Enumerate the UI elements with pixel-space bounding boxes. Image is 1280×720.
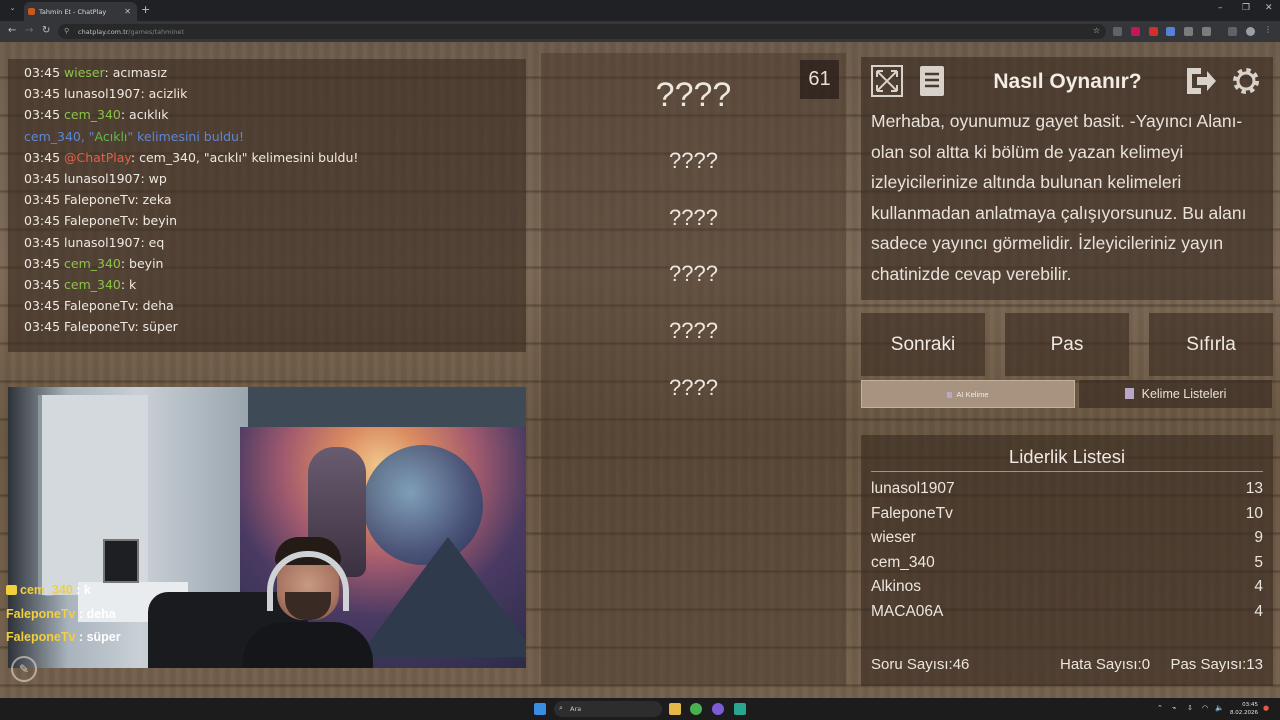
chat-message: 03:45 cem_340: k xyxy=(24,277,137,293)
tray-chevron-icon[interactable]: ⌃ xyxy=(1157,704,1163,712)
site-info-icon[interactable]: ⚲ xyxy=(64,27,69,35)
bookmark-star-icon[interactable]: ☆ xyxy=(1093,26,1100,35)
browser-tab-bar: ⌄ Tahmin Et - ChatPlay ✕ + – ❐ ✕ xyxy=(0,0,1280,21)
forward-icon[interactable]: → xyxy=(25,25,33,36)
download-icon[interactable]: ⇩ xyxy=(1187,704,1193,712)
extension-icon[interactable] xyxy=(1131,27,1140,36)
next-button[interactable]: Sonraki xyxy=(861,313,985,376)
pass-count: Pas Sayısı:13 xyxy=(1170,656,1263,673)
fullscreen-icon[interactable] xyxy=(870,64,904,98)
leaderboard-divider xyxy=(871,471,1263,472)
browser-tab[interactable]: Tahmin Et - ChatPlay ✕ xyxy=(24,2,137,21)
back-icon[interactable]: ← xyxy=(8,25,16,36)
leaderboard-row: cem_340 5 xyxy=(871,554,1263,571)
extensions-puzzle-icon[interactable] xyxy=(1202,27,1211,36)
chat-panel: 03:45 wieser: acımasız 03:45 lunasol1907… xyxy=(8,59,526,352)
extension-icon[interactable] xyxy=(1166,27,1175,36)
streamer-image xyxy=(243,537,373,668)
overlay-chat-line: cem_340 : k xyxy=(0,579,240,603)
chat-message: 03:45 wieser: acımasız xyxy=(24,65,168,80)
document-icon[interactable] xyxy=(915,64,949,98)
forbidden-word: ???? xyxy=(669,318,718,343)
chat-message: 03:45 FaleponeTv: süper xyxy=(24,319,178,335)
forbidden-word: ???? xyxy=(669,205,718,230)
maximize-button[interactable]: ❐ xyxy=(1242,3,1250,13)
how-to-play-text: Merhaba, oyunumuz gayet basit. -Yayıncı … xyxy=(871,111,1247,284)
list-icon xyxy=(1124,388,1134,399)
reset-button[interactable]: Sıfırla xyxy=(1149,313,1273,376)
forbidden-word: ???? xyxy=(669,375,718,400)
pass-button[interactable]: Pas xyxy=(1005,313,1129,376)
forbidden-word: ???? xyxy=(669,261,718,286)
file-explorer-icon[interactable] xyxy=(669,703,681,715)
leaderboard-row: FaleponeTv 10 xyxy=(871,505,1263,522)
tab-search-icon[interactable]: ⌄ xyxy=(6,4,19,16)
chrome-icon[interactable] xyxy=(690,703,702,715)
leaderboard-title: Liderlik Listesi xyxy=(1008,446,1126,467)
settings-gear-icon[interactable] xyxy=(1229,64,1263,98)
chat-message: 03:45 @ChatPlay: cem_340, "acıklı" kelim… xyxy=(24,149,359,165)
list-icon xyxy=(947,392,953,398)
url-path: /games/tahminet xyxy=(128,28,184,36)
exit-icon[interactable] xyxy=(1183,64,1217,98)
error-count: Hata Sayısı:0 xyxy=(1060,656,1151,673)
stream-chat-overlay: cem_340 : k FaleponeTv : deha FaleponeTv… xyxy=(0,579,240,650)
url-host: chatplay.com.tr xyxy=(78,28,129,36)
clock[interactable]: 03:45 8.02.2026 xyxy=(1230,701,1258,717)
pen-icon[interactable]: ✎ xyxy=(11,656,37,682)
chat-message: 03:45 FaleponeTv: beyin xyxy=(24,213,178,229)
minimize-button[interactable]: – xyxy=(1218,3,1223,13)
app-icon[interactable] xyxy=(734,703,746,715)
more-menu-icon[interactable]: ⋮ xyxy=(1264,25,1273,34)
url-input[interactable]: ⚲ chatplay.com.tr/games/tahminet ☆ xyxy=(58,24,1106,39)
address-bar-row: ← → ↻ ⚲ chatplay.com.tr/games/tahminet ☆… xyxy=(0,21,1280,42)
leaderboard-row: Alkinos 4 xyxy=(871,578,1263,595)
how-to-play-title: Nasıl Oynanır? xyxy=(993,70,1142,93)
chat-message: 03:45 cem_340: beyin xyxy=(24,255,164,271)
sidepanel-icon[interactable] xyxy=(1228,27,1237,36)
close-window-button[interactable]: ✕ xyxy=(1265,3,1273,13)
notification-icon[interactable]: ● xyxy=(1263,704,1269,712)
favicon-icon xyxy=(28,8,35,15)
tab-title: Tahmin Et - ChatPlay xyxy=(39,8,107,16)
wifi-icon[interactable]: ◠ xyxy=(1202,704,1208,712)
extension-icon[interactable] xyxy=(1184,27,1193,36)
crown-badge-icon xyxy=(6,585,17,595)
start-icon[interactable] xyxy=(534,703,546,715)
chat-message: 03:45 cem_340: acıklık xyxy=(24,107,169,123)
tab-close-icon[interactable]: ✕ xyxy=(124,7,131,16)
app-icon[interactable] xyxy=(712,703,724,715)
target-word: ???? xyxy=(655,76,732,114)
overlay-chat-line: FaleponeTv : süper xyxy=(6,630,121,644)
chat-system-message: cem_340, "Acıklı" kelimesini buldu! xyxy=(24,128,244,144)
tab-word-lists[interactable]: Kelime Listeleri xyxy=(1079,380,1272,408)
taskbar: ⌕ Ara ⌃ ⌁ ⇩ ◠ 🔈 03:45 8.02.2026 ● xyxy=(0,698,1280,720)
chat-message: 03:45 lunasol1907: wp xyxy=(24,171,167,187)
overlay-chat-line: FaleponeTv : deha xyxy=(6,606,116,621)
profile-avatar[interactable] xyxy=(1246,27,1255,36)
leaderboard-row: wieser 9 xyxy=(871,529,1263,546)
chat-message: 03:45 FaleponeTv: deha xyxy=(24,298,174,314)
leaderboard-row: MACA06A 4 xyxy=(871,603,1263,620)
chat-message: 03:45 FaleponeTv: zeka xyxy=(24,192,172,208)
question-count: Soru Sayısı:46 xyxy=(871,656,970,673)
extension-icon[interactable] xyxy=(1113,27,1122,36)
new-tab-button[interactable]: + xyxy=(141,3,150,16)
chat-message: 03:45 lunasol1907: acizlik xyxy=(24,86,188,102)
reload-icon[interactable]: ↻ xyxy=(42,25,50,36)
leaderboard-row: lunasol1907 13 xyxy=(871,480,1263,497)
tab-ai-word[interactable]: AI Kelime xyxy=(861,380,1075,408)
volume-icon[interactable]: 🔈 xyxy=(1215,704,1224,712)
search-icon: ⌕ xyxy=(559,704,563,712)
taskbar-search[interactable]: ⌕ Ara xyxy=(554,701,662,717)
network-icon[interactable]: ⌁ xyxy=(1172,704,1176,712)
forbidden-word: ???? xyxy=(669,148,718,173)
extension-icon[interactable] xyxy=(1149,27,1158,36)
chat-message: 03:45 lunasol1907: eq xyxy=(24,234,165,250)
